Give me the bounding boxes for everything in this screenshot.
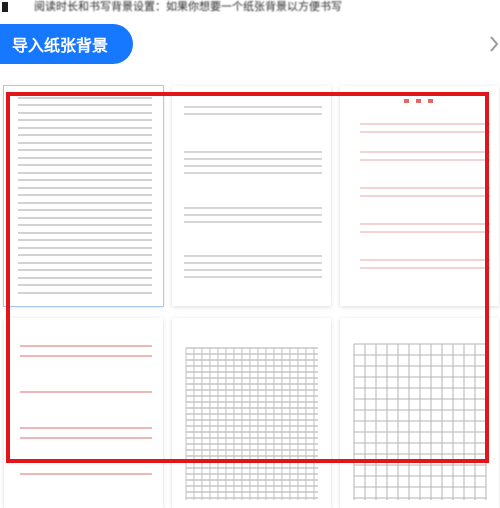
paper-template-grid xyxy=(0,82,500,508)
red-lines-pattern xyxy=(20,345,152,475)
paper-template-dense-grid[interactable] xyxy=(172,318,331,508)
paper-template-red-lines[interactable] xyxy=(4,318,163,508)
top-caption-text: 阅读时长和书写背景设置：如果你想要一个纸张背景以方便书写 xyxy=(34,0,342,13)
paper-template-red-header-lines[interactable] xyxy=(340,86,499,306)
top-caption-bar: 阅读时长和书写背景设置：如果你想要一个纸张背景以方便书写 xyxy=(0,0,500,18)
bookmark-icon xyxy=(2,2,8,12)
red-header-lines-pattern xyxy=(360,99,490,269)
import-paper-background-button[interactable]: 导入纸张背景 xyxy=(0,24,133,64)
chevron-right-icon[interactable] xyxy=(488,34,500,54)
paper-template-sparse-line-groups[interactable] xyxy=(172,86,331,306)
dense-grid-pattern xyxy=(185,347,318,500)
paper-template-dense-lines[interactable] xyxy=(3,85,164,307)
dense-lines-pattern xyxy=(18,97,152,294)
square-grid-pattern xyxy=(353,343,487,500)
sparse-line-groups-pattern xyxy=(184,106,322,278)
paper-template-square-grid[interactable] xyxy=(340,318,499,508)
